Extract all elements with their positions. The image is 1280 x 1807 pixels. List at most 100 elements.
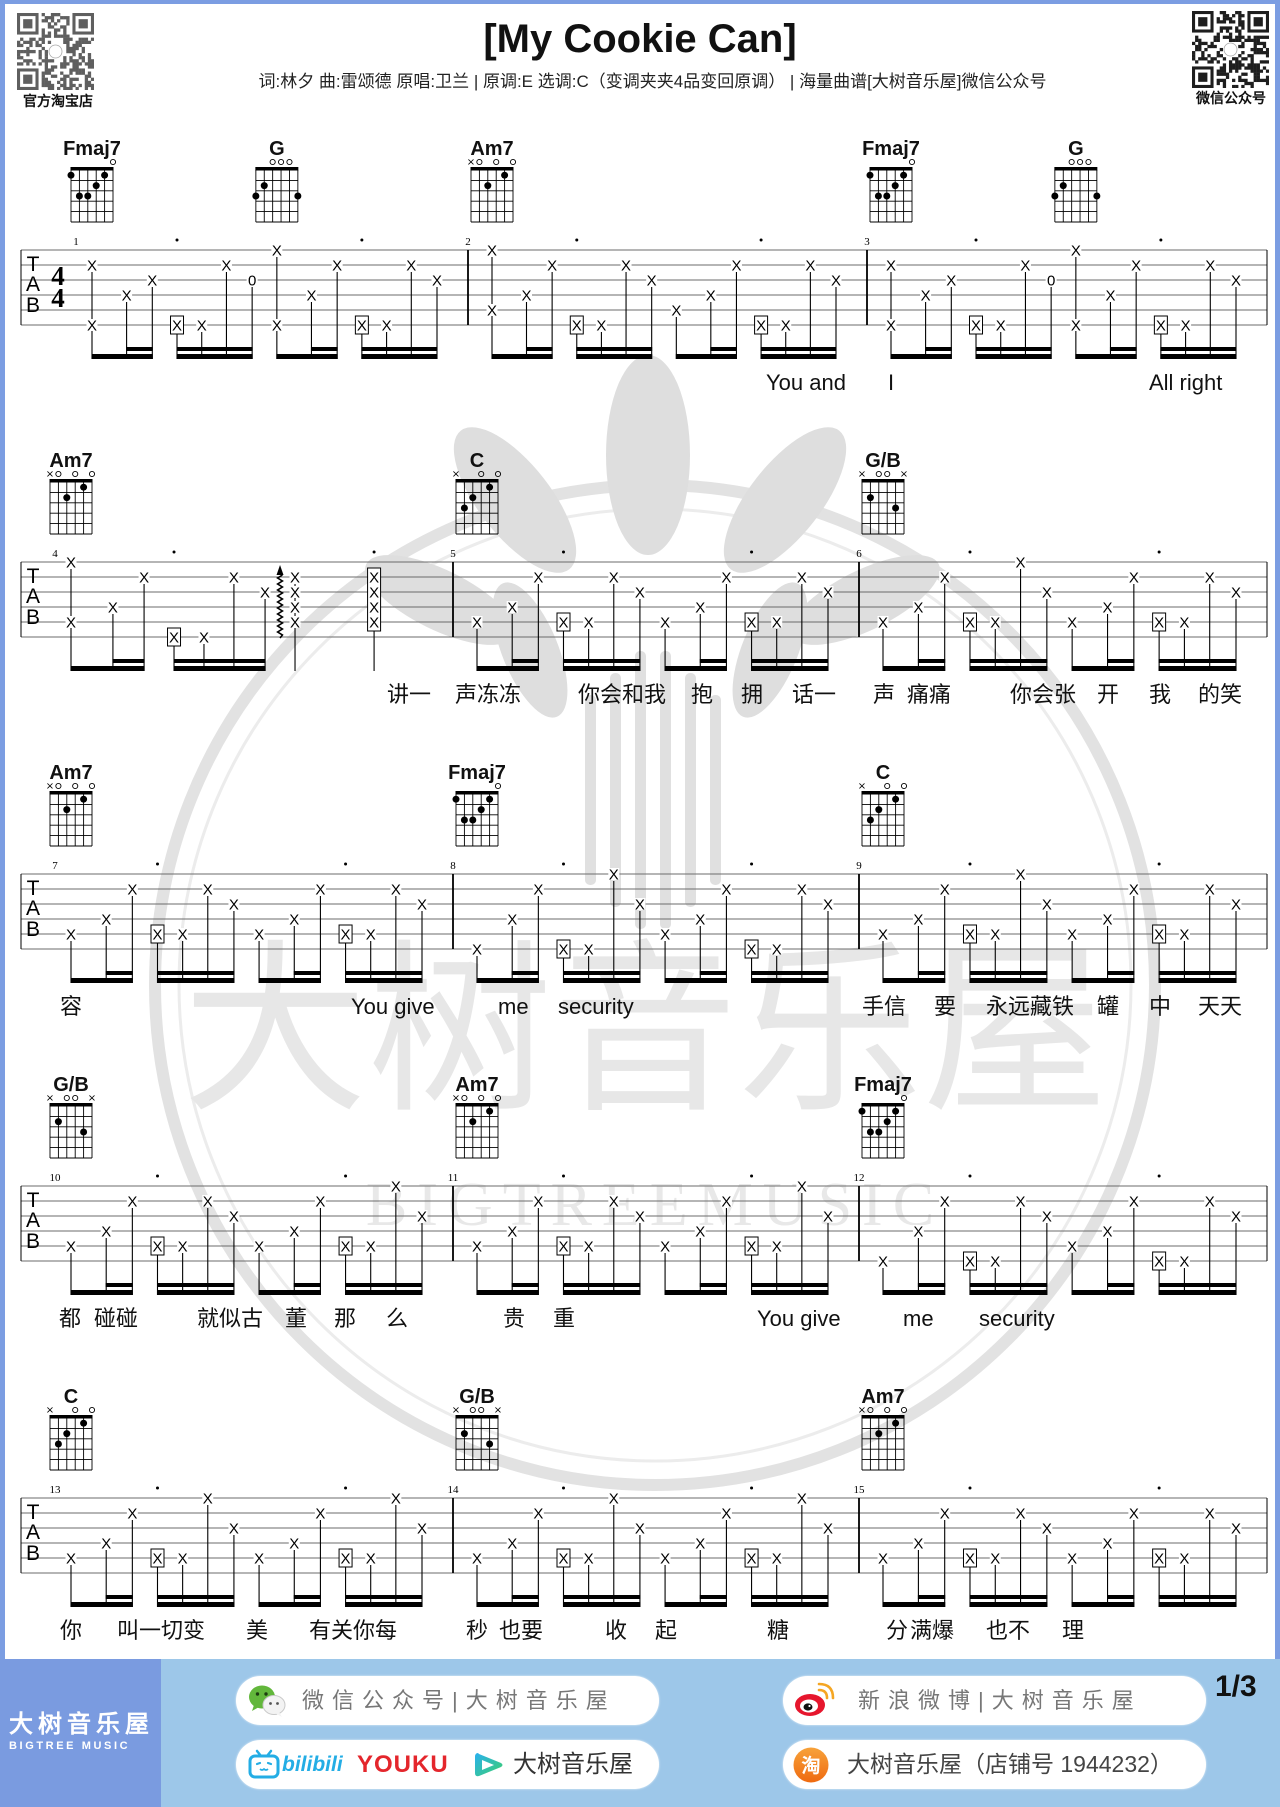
qr-module [47,86,52,90]
qr-module [23,40,27,44]
qr-module [17,49,21,54]
qr-module [1219,47,1223,52]
finger-dot [874,192,882,200]
qr-module [84,80,89,85]
measure-number: 1 [73,236,79,248]
qr-module [1235,35,1239,39]
dead-note-x: X [558,614,568,631]
open-string-icon [884,782,891,790]
qr-module [1238,35,1242,39]
qr-module [1232,63,1236,67]
qr-module [1192,54,1196,58]
muted-string-icon: × [46,1405,54,1416]
qr-module [75,77,79,81]
beat-group: XXX [670,257,742,359]
qr-module [78,56,82,60]
dead-note-x: X [1181,317,1191,334]
lyric: You and [766,370,846,395]
dead-note-x: X [341,1238,351,1255]
dead-note-x: X [472,1238,482,1255]
qr-finder-center [1253,17,1263,27]
chord-nut [861,479,905,483]
dead-note-x: X [695,599,705,616]
qr-module [44,56,48,60]
qr-module [53,22,58,26]
dead-note-x: X [369,614,379,631]
dead-note-x: X [772,1238,782,1255]
beam [1158,666,1237,671]
dead-note-x: X [965,1550,975,1567]
beat-group: XXXX [167,569,271,671]
beat-dot [561,1174,565,1178]
dead-note-x: X [609,866,619,883]
open-string-icon [88,470,96,478]
dead-note-x: X [1179,614,1189,631]
dead-note-x: X [66,926,76,943]
lyric: 那 [334,1306,356,1331]
qr-module [1210,44,1214,49]
lyric: 声冻冻 [455,682,521,707]
tab-clef-letter: A [26,273,40,296]
dead-note-x: X [1131,257,1141,274]
beam [882,1602,946,1607]
bilibili-tv-icon [248,1749,280,1779]
qr-module [1222,69,1227,73]
qr-module [1250,60,1254,64]
qr-module [1216,32,1220,36]
qr-module [69,86,73,90]
beam [1071,1290,1135,1295]
qr-module [60,71,64,75]
qr-module [1219,26,1223,30]
chord-nut [869,167,913,171]
qr-module [90,62,94,66]
lyric: 的笑 [1198,682,1242,707]
qr-module [1204,41,1208,46]
dead-note-x: X [1067,926,1077,943]
muted-string-icon: × [46,781,54,792]
qr-module [26,46,30,51]
qr-module [1250,54,1254,58]
beam [969,659,1048,663]
qr-module [1256,75,1260,79]
dead-note-x: X [805,257,815,274]
qr-module [44,49,48,54]
qr-module [87,71,92,75]
wechat-icon [249,1685,286,1717]
qr-module [20,49,24,54]
qr-label-taobao: 官方淘宝店 [23,93,93,109]
qr-module [1232,66,1236,70]
measure-number: 15 [854,1484,866,1496]
beam [361,347,438,351]
finger-dot [1051,192,1059,200]
qr-module [1238,63,1242,67]
dead-note-x: X [695,1223,705,1240]
tab-system: TAB13C×XXXX XXXXXXX XXX14G/B× ×XXXX XXXXXXX X… [20,1386,1268,1643]
qr-module [1259,60,1264,64]
qr-module [66,37,70,41]
qr-module [84,62,89,66]
beat-group: XXXX [1153,257,1242,359]
dead-note-x: X [1231,896,1241,913]
qr-module [66,40,70,44]
beat-group: XXXX [1152,569,1242,671]
qr-module [1238,44,1242,49]
qr-module [75,59,79,63]
qr-module [72,77,76,81]
taobao-shop-badge: 淘 大树音乐屋（店铺号 1944232） [783,1740,1206,1789]
lyric: 董 [285,1306,307,1331]
tab-clef-letter: B [26,606,40,629]
dead-note-x: X [260,584,270,601]
beat-dot [750,550,754,554]
chord-diagram: Fmaj7 [854,1074,912,1159]
beam [345,1595,423,1599]
dead-note-x: X [203,1490,213,1507]
qr-module [1238,14,1242,18]
qr-module [50,83,55,88]
finger-dot [63,806,71,814]
watermark-leaf-icon [606,355,690,555]
qr-module [1192,57,1196,61]
dead-note-x: X [417,896,427,913]
dead-note-x: X [1156,317,1166,334]
lyric: 我 [1149,682,1171,707]
finger-dot [54,1440,62,1448]
